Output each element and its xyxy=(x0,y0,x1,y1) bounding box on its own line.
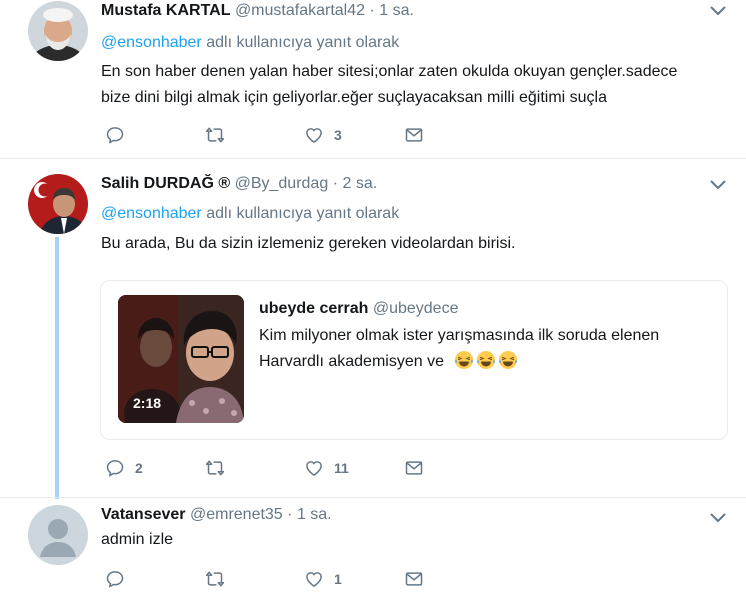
reply-context-text: adlı kullanıcıya yanıt olarak xyxy=(201,205,400,222)
timestamp[interactable]: 1 sa. xyxy=(379,2,414,19)
thread-line xyxy=(55,237,59,499)
display-name[interactable]: Mustafa KARTAL xyxy=(101,2,230,19)
separator-dot: · xyxy=(332,175,339,192)
retweet-icon xyxy=(205,569,225,589)
dm-button[interactable] xyxy=(404,125,424,145)
user-handle[interactable]: @By_durdag xyxy=(235,175,329,192)
reply-button[interactable]: 2 xyxy=(105,458,143,478)
like-count: 11 xyxy=(334,460,349,476)
display-name[interactable]: Vatansever xyxy=(101,506,186,523)
dm-icon xyxy=(404,125,424,145)
quoted-tweet-card[interactable]: 2:18 ubeyde cerrah @ubeydece Kim milyone… xyxy=(100,280,728,440)
user-handle[interactable]: @emrenet35 xyxy=(190,506,283,523)
tweet-text: admin izle xyxy=(101,527,173,553)
reply-button[interactable] xyxy=(105,125,135,145)
quoted-display-name[interactable]: ubeyde cerrah xyxy=(259,300,368,317)
tweet-mustafa-kartal[interactable]: Mustafa KARTAL @mustafakartal42 · 1 sa. … xyxy=(0,0,746,158)
mention-link[interactable]: @ensonhaber xyxy=(101,205,202,222)
retweet-icon xyxy=(205,125,225,145)
tweet-text: En son haber denen yalan haber sitesi;on… xyxy=(101,59,677,111)
quoted-tweet-text: Kim milyoner olmak ister yarışmasında il… xyxy=(259,323,709,375)
like-count: 1 xyxy=(334,571,342,587)
avatar[interactable] xyxy=(28,505,88,565)
laughing-emoji xyxy=(454,350,474,370)
like-button[interactable]: 11 xyxy=(304,458,349,478)
chevron-down-icon[interactable] xyxy=(710,513,726,523)
video-duration: 2:18 xyxy=(133,395,162,411)
dm-icon xyxy=(404,569,424,589)
tweet-text-line: admin izle xyxy=(101,531,174,548)
timestamp[interactable]: 2 sa. xyxy=(342,175,377,192)
chevron-down-icon[interactable] xyxy=(710,180,726,190)
divider xyxy=(0,497,746,498)
retweet-button[interactable] xyxy=(205,569,235,589)
display-name[interactable]: Salih DURDAĞ ® xyxy=(101,175,230,192)
quoted-user-handle[interactable]: @ubeydece xyxy=(373,300,459,317)
mention-link[interactable]: @ensonhaber xyxy=(101,34,202,51)
laughing-emoji xyxy=(476,350,496,370)
tweet-text-line: En son haber denen yalan haber sitesi;on… xyxy=(101,63,678,80)
reply-context-text: adlı kullanıcıya yanıt olarak xyxy=(201,34,400,51)
reply-icon xyxy=(105,458,125,478)
like-icon xyxy=(304,125,324,145)
like-button[interactable]: 3 xyxy=(304,125,342,145)
reply-count: 2 xyxy=(135,460,143,476)
chevron-down-icon[interactable] xyxy=(710,6,726,16)
like-count: 3 xyxy=(334,127,342,143)
like-icon xyxy=(304,458,324,478)
user-handle[interactable]: @mustafakartal42 xyxy=(235,2,365,19)
tweet-text: Bu arada, Bu da sizin izlemeniz gereken … xyxy=(101,231,515,257)
like-button[interactable]: 1 xyxy=(304,569,342,589)
retweet-button[interactable] xyxy=(205,458,235,478)
avatar[interactable] xyxy=(28,174,88,234)
tweet-text-line: Bu arada, Bu da sizin izlemeniz gereken … xyxy=(101,235,516,252)
reply-icon xyxy=(105,569,125,589)
separator-dot: · xyxy=(369,2,375,19)
avatar[interactable] xyxy=(28,1,88,61)
quoted-text-line: Kim milyoner olmak ister yarışmasında il… xyxy=(259,327,660,344)
video-thumbnail[interactable]: 2:18 xyxy=(118,295,244,423)
quoted-text-line: Harvardlı akademisyen ve xyxy=(259,353,444,370)
separator-dot: · xyxy=(287,506,293,523)
reply-button[interactable] xyxy=(105,569,135,589)
retweet-icon xyxy=(205,458,225,478)
like-icon xyxy=(304,569,324,589)
timestamp[interactable]: 1 sa. xyxy=(297,506,332,523)
dm-button[interactable] xyxy=(404,458,424,478)
tweet-text-line: bize dini bilgi almak için geliyorlar.eğ… xyxy=(101,89,607,106)
retweet-button[interactable] xyxy=(205,125,235,145)
reply-icon xyxy=(105,125,125,145)
tweet-vatansever[interactable]: Vatansever @emrenet35 · 1 sa. admin izle… xyxy=(0,505,746,597)
dm-button[interactable] xyxy=(404,569,424,589)
dm-icon xyxy=(404,458,424,478)
reply-context: @ensonhaber adlı kullanıcıya yanıt olara… xyxy=(101,204,399,224)
divider xyxy=(0,158,746,159)
reply-context: @ensonhaber adlı kullanıcıya yanıt olara… xyxy=(101,33,399,53)
laughing-emoji xyxy=(498,350,518,370)
